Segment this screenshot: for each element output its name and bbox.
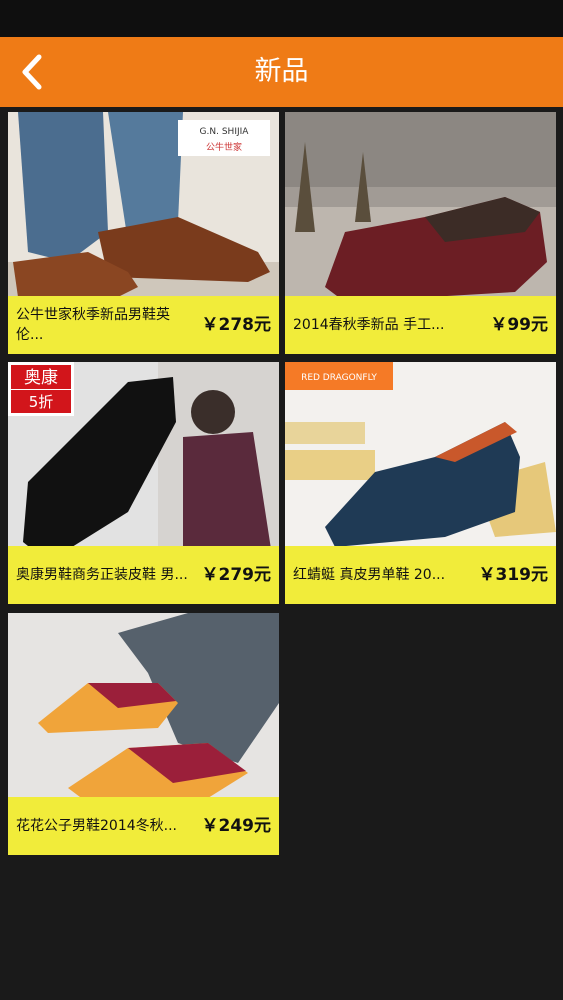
- product-name: 红蜻蜓 真皮男单鞋 20...: [293, 567, 446, 583]
- product-name: 公牛世家秋季新品男鞋英伦...: [16, 307, 170, 343]
- app-bar: 新品: [0, 37, 563, 107]
- product-price: ￥278元: [201, 315, 272, 335]
- product-card[interactable]: 2014春秋季新品 手工... ￥99元: [285, 112, 556, 354]
- product-name: 奥康男鞋商务正装皮鞋 男...: [16, 567, 188, 583]
- product-name: 花花公子男鞋2014冬秋...: [16, 818, 177, 834]
- brand-badge-text: G.N. SHIJIA: [200, 127, 250, 137]
- product-price: ￥279元: [201, 565, 272, 585]
- product-caption: 花花公子男鞋2014冬秋... ￥249元: [8, 797, 279, 855]
- product-price: ￥249元: [201, 816, 272, 836]
- product-price: ￥99元: [490, 315, 548, 335]
- page-title: 新品: [254, 56, 309, 87]
- back-button[interactable]: [10, 47, 54, 97]
- svg-text:奥康: 奥康: [24, 368, 58, 388]
- svg-text:5折: 5折: [29, 393, 54, 411]
- product-caption: 2014春秋季新品 手工... ￥99元: [285, 296, 556, 354]
- product-caption: 红蜻蜓 真皮男单鞋 20... ￥319元: [285, 546, 556, 604]
- product-card[interactable]: RED DRAGONFLY 红蜻蜓 真皮男单鞋 20... ￥319元: [285, 362, 556, 604]
- product-name: 2014春秋季新品 手工...: [293, 317, 445, 333]
- product-caption: 公牛世家秋季新品男鞋英伦... ￥278元: [8, 296, 279, 354]
- product-caption: 奥康男鞋商务正装皮鞋 男... ￥279元: [8, 546, 279, 604]
- product-price: ￥319元: [478, 565, 549, 585]
- chevron-left-icon: [22, 54, 42, 90]
- product-card[interactable]: 花花公子男鞋2014冬秋... ￥249元: [8, 613, 279, 855]
- svg-text:RED DRAGONFLY: RED DRAGONFLY: [301, 373, 377, 383]
- svg-text:公牛世家: 公牛世家: [206, 141, 242, 153]
- product-card[interactable]: G.N. SHIJIA 公牛世家 公牛世家秋季新品男鞋英伦... ￥278元: [8, 112, 279, 354]
- status-bar: [0, 0, 563, 37]
- product-card[interactable]: 奥康 5折 奥康男鞋商务正装皮鞋 男... ￥279元: [8, 362, 279, 604]
